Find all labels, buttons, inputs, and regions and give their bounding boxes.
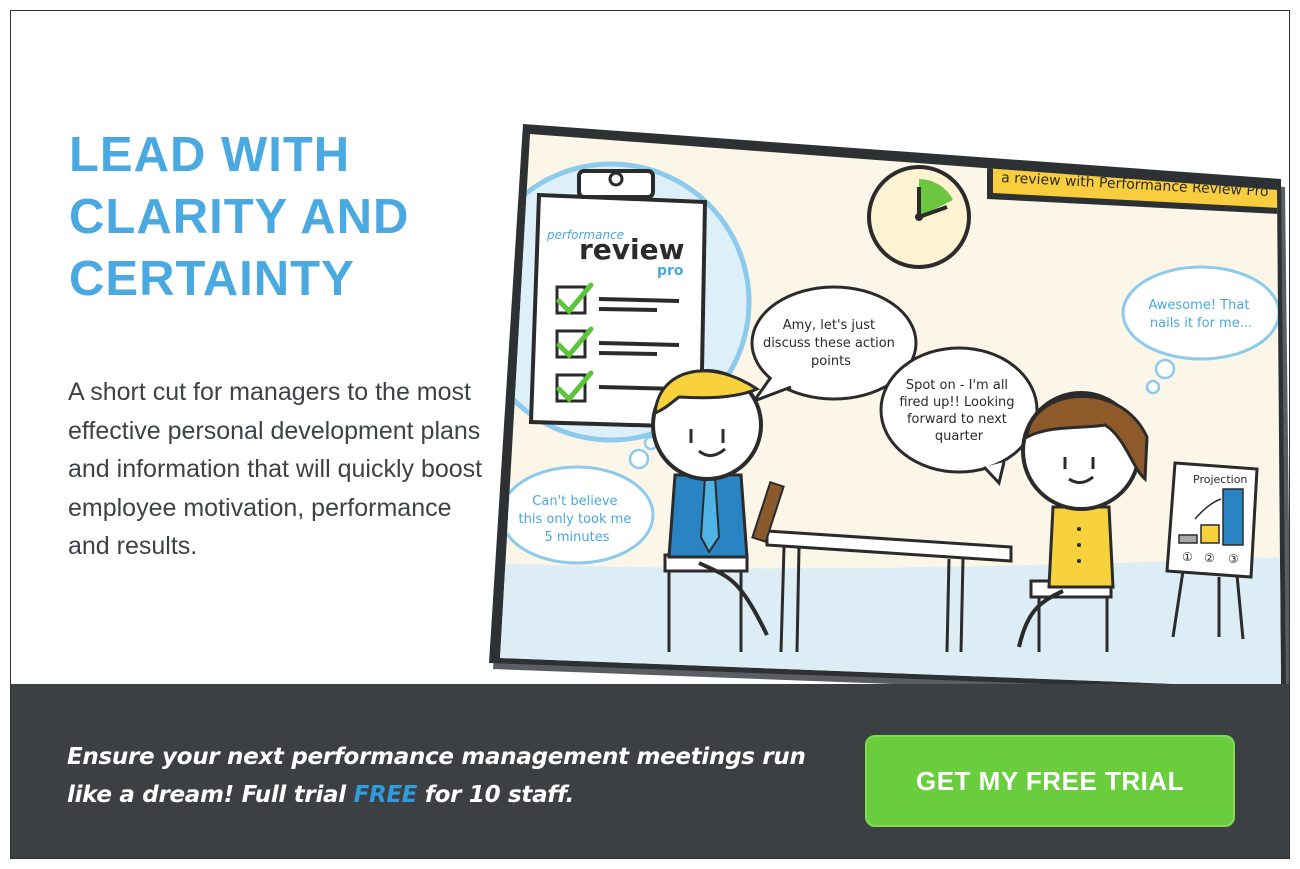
illustration: performance review pro a review with Per… xyxy=(489,124,1289,699)
cta-text: Ensure your next performance management … xyxy=(67,738,827,814)
clipboard-pro: pro xyxy=(657,263,684,279)
thought-manager-line-3: 5 minutes xyxy=(544,530,609,545)
chart-bar-3 xyxy=(1222,488,1244,546)
cta-free-highlight: FREE xyxy=(353,782,418,808)
cta-bar: Ensure your next performance management … xyxy=(11,684,1289,858)
thought-employee-line-2: nails it for me... xyxy=(1150,316,1252,331)
chart-tick-2: ② xyxy=(1204,551,1215,565)
bubble-manager-line-3: points xyxy=(811,354,851,369)
bubble-employee-line-2: fired up!! Looking xyxy=(899,395,1014,410)
chart-title: Projection xyxy=(1193,473,1247,486)
bubble-employee-line-3: forward to next xyxy=(907,412,1007,427)
chart-tick-3: ③ xyxy=(1228,552,1239,566)
headline-line-3: CERTAINTY xyxy=(69,252,355,306)
bubble-manager-line-2: discuss these action xyxy=(763,336,895,351)
chart-bar-2 xyxy=(1200,524,1220,544)
free-trial-button[interactable]: GET MY FREE TRIAL xyxy=(865,735,1235,827)
chart-tick-1: ① xyxy=(1182,550,1193,564)
subheading: A short cut for managers to the most eff… xyxy=(68,378,483,560)
clipboard-review: review xyxy=(579,233,685,266)
thought-employee-line-1: Awesome! That xyxy=(1148,298,1249,313)
headline-line-2: CLARITY AND xyxy=(69,190,410,244)
thought-manager-line-2: this only took me xyxy=(519,512,632,527)
thought-manager-line-1: Can't believe xyxy=(532,494,617,509)
ad-frame: LEAD WITH CLARITY AND CERTAINTY A short … xyxy=(10,10,1290,859)
bubble-employee-line-4: quarter xyxy=(935,429,984,444)
headline-line-1: LEAD WITH xyxy=(69,128,351,182)
bubble-employee-line-1: Spot on - I'm all xyxy=(906,378,1008,393)
headline: LEAD WITH CLARITY AND CERTAINTY xyxy=(69,124,509,310)
svg-text:① ② ③: ① ② ③ xyxy=(1182,550,1239,566)
bubble-manager-line-1: Amy, let's just xyxy=(783,318,875,333)
cta-text-after: for 10 staff. xyxy=(417,782,574,808)
clock-icon xyxy=(867,165,971,269)
chart-bar-1 xyxy=(1178,534,1198,544)
